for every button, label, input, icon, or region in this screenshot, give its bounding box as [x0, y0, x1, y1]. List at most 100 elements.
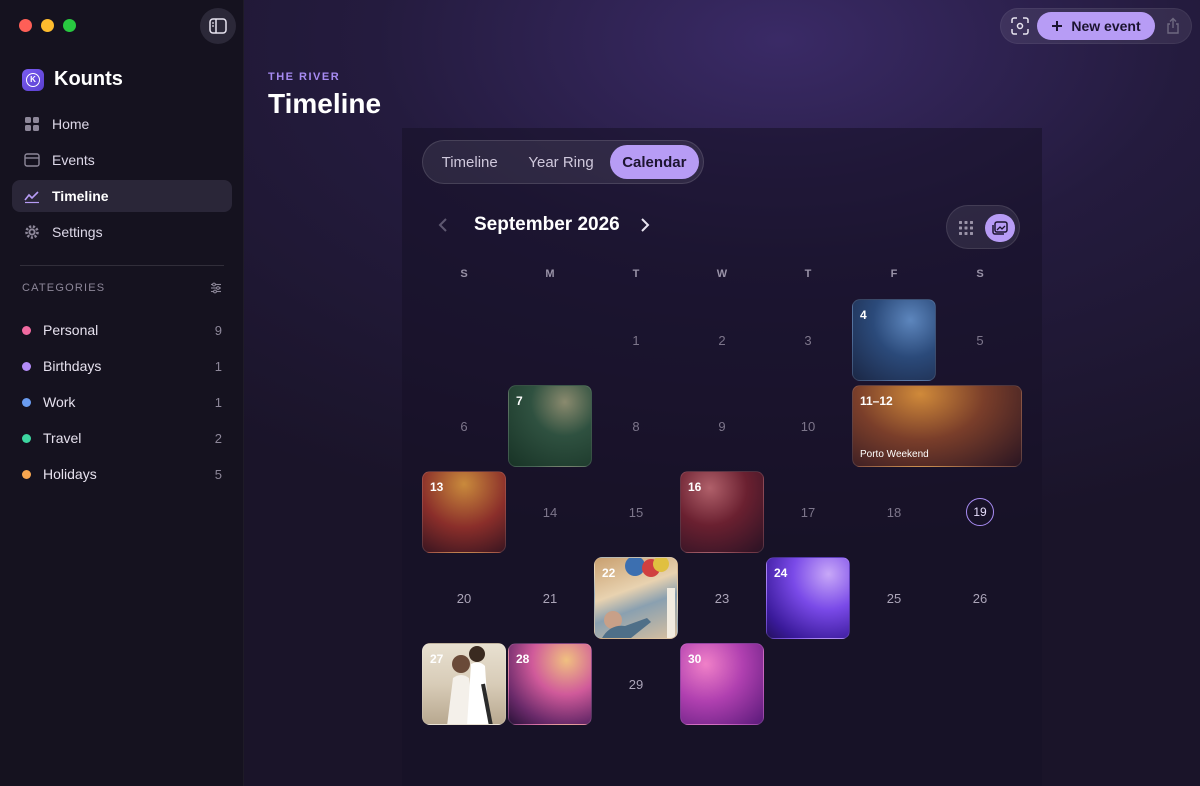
month-navigation: September 2026 [436, 214, 652, 236]
event-tile-day: 11–12 [860, 394, 893, 408]
category-work[interactable]: Work 1 [22, 384, 222, 420]
close-window-button[interactable] [19, 19, 32, 32]
tab-calendar[interactable]: Calendar [609, 145, 699, 179]
category-count: 5 [214, 466, 222, 482]
day-cell[interactable]: 3 [766, 298, 850, 382]
plus-icon [1052, 21, 1063, 31]
category-count: 1 [214, 358, 222, 374]
day-cell[interactable]: 20 [422, 556, 506, 640]
event-tile[interactable]: 7 [508, 385, 592, 467]
category-label: Work [43, 394, 76, 410]
categories-list: Personal 9 Birthdays 1 Work 1 Travel 2 H… [22, 312, 222, 492]
event-tile[interactable]: 28 [508, 643, 592, 725]
event-tile-caption: Porto Weekend [860, 449, 929, 460]
chevron-right-icon[interactable] [636, 217, 652, 233]
day-cell[interactable]: 8 [594, 384, 678, 468]
event-tile-day: 28 [516, 652, 530, 666]
minimize-window-button[interactable] [41, 19, 54, 32]
day-cell[interactable]: 6 [422, 384, 506, 468]
category-color-dot [22, 325, 31, 335]
sidebar-item-settings[interactable]: Settings [12, 216, 232, 248]
sidebar-divider [20, 265, 224, 266]
event-tile[interactable]: 4 [852, 299, 936, 381]
event-photo-tile[interactable]: 27 [422, 643, 506, 725]
zoom-window-button[interactable] [63, 19, 76, 32]
category-color-dot [22, 433, 31, 443]
event-tile[interactable]: 30 [680, 643, 764, 725]
category-travel[interactable]: Travel 2 [22, 420, 222, 456]
day-cell[interactable]: 14 [508, 470, 592, 554]
tab-year-ring[interactable]: Year Ring [512, 145, 609, 179]
event-tile[interactable]: 13 [422, 471, 506, 553]
event-photo-tile[interactable]: 22 [594, 557, 678, 639]
brand-name: Kounts [54, 68, 123, 90]
chevron-left-icon[interactable] [436, 217, 452, 233]
day-cell[interactable]: 10 [766, 384, 850, 468]
sidebar-item-home[interactable]: Home [12, 108, 232, 140]
category-holidays[interactable]: Holidays 5 [22, 456, 222, 492]
month-title: September 2026 [474, 214, 620, 235]
category-birthdays[interactable]: Birthdays 1 [22, 348, 222, 384]
category-label: Birthdays [43, 358, 102, 374]
day-cell[interactable]: 15 [594, 470, 678, 554]
category-color-dot [22, 397, 31, 407]
event-tile-day: 4 [860, 308, 867, 322]
weekday-label: T [632, 268, 640, 280]
weekday-label: S [976, 268, 984, 280]
event-tile[interactable]: 24 [766, 557, 850, 639]
day-cell[interactable]: 21 [508, 556, 592, 640]
sidebar-item-events[interactable]: Events [12, 144, 232, 176]
category-color-dot [22, 361, 31, 371]
day-cell[interactable]: 26 [938, 556, 1022, 640]
day-cell[interactable]: 5 [938, 298, 1022, 382]
event-tile-day: 16 [688, 480, 702, 494]
day-cell[interactable]: 25 [852, 556, 936, 640]
app-window: K Kounts Home Events Timeline Settings C… [0, 0, 1200, 786]
filter-sliders-icon[interactable] [210, 282, 222, 294]
page-eyebrow: THE RIVER [268, 71, 341, 83]
weekday-label: S [460, 268, 468, 280]
event-tile[interactable]: 16 [680, 471, 764, 553]
event-tile-day: 30 [688, 652, 702, 666]
sidebar-item-timeline[interactable]: Timeline [12, 180, 232, 212]
category-color-dot [22, 469, 31, 479]
share-icon[interactable] [1164, 17, 1182, 35]
photos-icon [992, 221, 1008, 235]
day-cell[interactable]: 23 [680, 556, 764, 640]
tab-timeline[interactable]: Timeline [427, 145, 512, 179]
event-tile-day: 13 [430, 480, 444, 494]
top-toolbar: New event [1000, 8, 1192, 44]
sidebar-item-label: Settings [52, 224, 103, 240]
today-indicator[interactable]: 19 [966, 498, 994, 526]
sidebar-item-label: Events [52, 152, 95, 168]
sidebar-toggle-button[interactable] [200, 8, 236, 44]
day-cell[interactable]: 29 [594, 642, 678, 726]
event-tile[interactable]: 11–12 Porto Weekend [852, 385, 1022, 467]
day-cell[interactable]: 18 [852, 470, 936, 554]
category-personal[interactable]: Personal 9 [22, 312, 222, 348]
new-event-button[interactable]: New event [1037, 12, 1155, 40]
day-cell[interactable]: 17 [766, 470, 850, 554]
window-controls [19, 19, 76, 32]
sidebar-item-label: Home [52, 116, 90, 132]
day-cell[interactable]: 1 [594, 298, 678, 382]
calendar-panel: Timeline Year Ring Calendar September 20… [402, 128, 1042, 786]
brand: K Kounts [22, 68, 123, 91]
sidebar-nav: Home Events Timeline Settings [12, 108, 232, 252]
day-cell[interactable]: 9 [680, 384, 764, 468]
dot-grid-icon[interactable] [957, 219, 975, 237]
kounts-logo-icon: K [22, 68, 44, 91]
day-cell[interactable]: 2 [680, 298, 764, 382]
chart-line-icon [24, 191, 39, 204]
page-title: Timeline [268, 88, 382, 119]
weekday-label: T [804, 268, 812, 280]
category-label: Holidays [43, 466, 97, 482]
gear-icon [25, 225, 39, 239]
event-tile-day: 24 [774, 566, 788, 580]
category-count: 1 [214, 394, 222, 410]
photo-view-button[interactable] [985, 214, 1015, 242]
categories-header: CATEGORIES [22, 282, 222, 294]
focus-scan-icon[interactable] [1011, 17, 1029, 35]
category-label: Personal [43, 322, 99, 338]
weekday-label: M [545, 268, 555, 280]
